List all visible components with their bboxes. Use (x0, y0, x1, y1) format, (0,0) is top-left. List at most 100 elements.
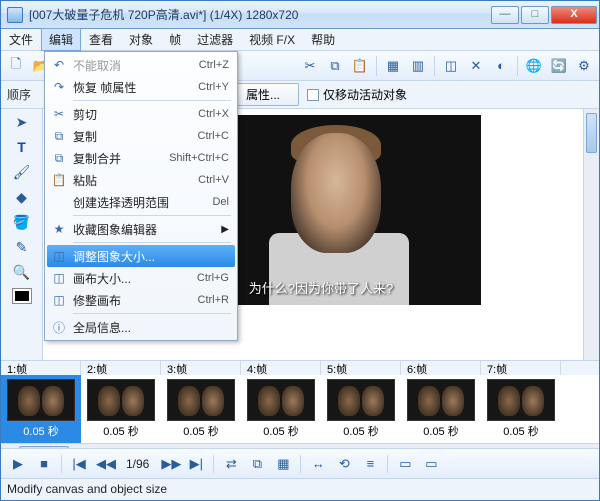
new-icon[interactable]: 🗋 (5, 55, 27, 77)
menu-item[interactable]: ★收藏图象编辑器▶ (47, 218, 235, 240)
timeline-header: 7:帧 (481, 361, 561, 375)
refresh-icon[interactable]: 🔄 (548, 55, 570, 77)
tool-icon[interactable]: ▦ (382, 55, 404, 77)
frame-thumbnail (167, 379, 235, 421)
tool-icon[interactable]: ⧉ (248, 456, 266, 472)
menu-item-label: 粘贴 (73, 172, 97, 189)
timeline-header: 5:帧 (321, 361, 401, 375)
shape-icon[interactable]: ◆ (12, 189, 32, 209)
menu-item[interactable]: ◫画布大小...Ctrl+G (47, 267, 235, 289)
timeline-frame[interactable]: 0.05 秒 (81, 375, 161, 443)
menu-文件[interactable]: 文件 (1, 28, 41, 51)
order-label: 顺序 (7, 86, 31, 103)
menu-item[interactable]: ◫调整图象大小... (47, 245, 235, 267)
menu-item-shortcut: Ctrl+V (198, 174, 229, 186)
menu-item-shortcut: Ctrl+G (197, 272, 229, 284)
menu-item-icon: 📋 (51, 173, 67, 187)
menu-item[interactable]: ↷恢复 帧属性Ctrl+Y (47, 76, 235, 98)
menu-item-shortcut: Ctrl+R (198, 294, 229, 306)
copy-icon[interactable]: ⧉ (324, 55, 346, 77)
picker-icon[interactable]: ✎ (12, 239, 32, 259)
cut-icon[interactable]: ✂ (299, 55, 321, 77)
menu-item[interactable]: 📋 粘贴 Ctrl+V (47, 169, 235, 191)
tool-icon[interactable]: ⇄ (222, 456, 240, 472)
arrow-icon[interactable]: ➤ (12, 114, 32, 134)
menu-item[interactable]: ⓘ全局信息... (47, 316, 235, 338)
menu-item[interactable]: ⧉复制Ctrl+C (47, 125, 235, 147)
web-icon[interactable]: 🌐 (523, 55, 545, 77)
last-button[interactable]: ▶| (187, 456, 205, 472)
timeline: 1:帧2:帧3:帧4:帧5:帧6:帧7:帧 0.05 秒0.05 秒0.05 秒… (1, 360, 599, 448)
timeline-frame[interactable]: 0.05 秒 (321, 375, 401, 443)
close-button[interactable]: X (551, 6, 597, 24)
menu-帧[interactable]: 帧 (161, 28, 189, 51)
tool-icon[interactable]: ▦ (274, 456, 292, 472)
play-button[interactable]: ▶ (9, 456, 27, 472)
menu-item-icon: ⧉ (51, 151, 67, 166)
vertical-scrollbar[interactable] (583, 109, 599, 360)
menu-item-icon: ↶ (51, 58, 67, 72)
titlebar: [007大破量子危机 720P高清.avi*] (1/4X) 1280x720 … (1, 1, 599, 29)
tool-icon[interactable]: ↔ (309, 456, 327, 471)
gear-icon[interactable]: ⚙ (573, 55, 595, 77)
move-only-label: 仅移动活动对象 (323, 86, 407, 103)
brush-icon[interactable]: 🖌 (12, 164, 32, 184)
timeline-frame[interactable]: 0.05 秒 (161, 375, 241, 443)
menu-item-shortcut: Ctrl+C (198, 130, 229, 142)
text-icon[interactable]: T (12, 139, 32, 159)
tool-icon[interactable]: ▭ (396, 456, 414, 472)
menu-item-label: 画布大小... (73, 270, 131, 287)
timeline-frame[interactable]: 0.05 秒 (241, 375, 321, 443)
paste-icon[interactable]: 📋 (349, 55, 371, 77)
menu-item-label: 全局信息... (73, 319, 131, 336)
frame-duration: 0.05 秒 (481, 423, 561, 439)
timeline-frame[interactable]: 0.05 秒 (401, 375, 481, 443)
menu-item-label: 复制合并 (73, 150, 121, 167)
menu-item-label: 不能取消 (73, 57, 121, 74)
menu-编辑[interactable]: 编辑 (41, 28, 81, 51)
maximize-button[interactable]: □ (521, 6, 549, 24)
menu-item-shortcut: Ctrl+X (198, 108, 229, 120)
frame-duration: 0.05 秒 (81, 423, 161, 439)
timeline-header: 3:帧 (161, 361, 241, 375)
menu-item-label: 调整图象大小... (73, 248, 155, 265)
tool-icon[interactable]: ◫ (440, 55, 462, 77)
app-icon (7, 7, 23, 23)
timeline-frame[interactable]: 0.05 秒 (1, 375, 81, 443)
menu-item[interactable]: 创建选择透明范围Del (47, 191, 235, 213)
tool-icon[interactable]: ≡ (361, 456, 379, 471)
menubar: 文件编辑查看对象帧过滤器视频 F/X帮助 (1, 29, 599, 51)
tool-icon[interactable]: ▥ (407, 55, 429, 77)
menu-item-label: 收藏图象编辑器 (73, 221, 157, 238)
menu-过滤器[interactable]: 过滤器 (189, 28, 241, 51)
move-only-checkbox[interactable]: 仅移动活动对象 (307, 86, 407, 103)
menu-item[interactable]: ✂剪切Ctrl+X (47, 103, 235, 125)
zoom-icon[interactable]: 🔍 (12, 264, 32, 284)
prev-button[interactable]: ◀◀ (96, 456, 114, 472)
menu-帮助[interactable]: 帮助 (303, 28, 343, 51)
submenu-arrow-icon: ▶ (221, 224, 229, 235)
frame-duration: 0.05 秒 (161, 423, 241, 439)
timeline-frame[interactable]: 0.05 秒 (481, 375, 561, 443)
frame-thumbnail (87, 379, 155, 421)
menu-视频 F/X[interactable]: 视频 F/X (241, 28, 303, 51)
menu-item-shortcut: Ctrl+Y (198, 81, 229, 93)
stop-button[interactable]: ■ (35, 456, 53, 471)
menu-item-label: 复制 (73, 128, 97, 145)
next-button[interactable]: ▶▶ (161, 456, 179, 472)
frame-thumbnail (407, 379, 475, 421)
tool-icon[interactable]: ▭ (422, 456, 440, 472)
menu-对象[interactable]: 对象 (121, 28, 161, 51)
tool-icon[interactable]: ✕ (465, 55, 487, 77)
frame-thumbnail (487, 379, 555, 421)
minimize-button[interactable]: — (491, 6, 519, 24)
swatch-icon[interactable] (13, 289, 31, 303)
menu-查看[interactable]: 查看 (81, 28, 121, 51)
tool-strip: ➤ T 🖌 ◆ 🪣 ✎ 🔍 (1, 109, 43, 360)
menu-item[interactable]: ⧉复制合并Shift+Ctrl+C (47, 147, 235, 169)
tool-icon[interactable]: ⟲ (335, 456, 353, 472)
first-button[interactable]: |◀ (70, 456, 88, 472)
menu-item[interactable]: ◫修整画布Ctrl+R (47, 289, 235, 311)
tool-icon[interactable]: ◐ (490, 55, 512, 77)
bucket-icon[interactable]: 🪣 (12, 214, 32, 234)
